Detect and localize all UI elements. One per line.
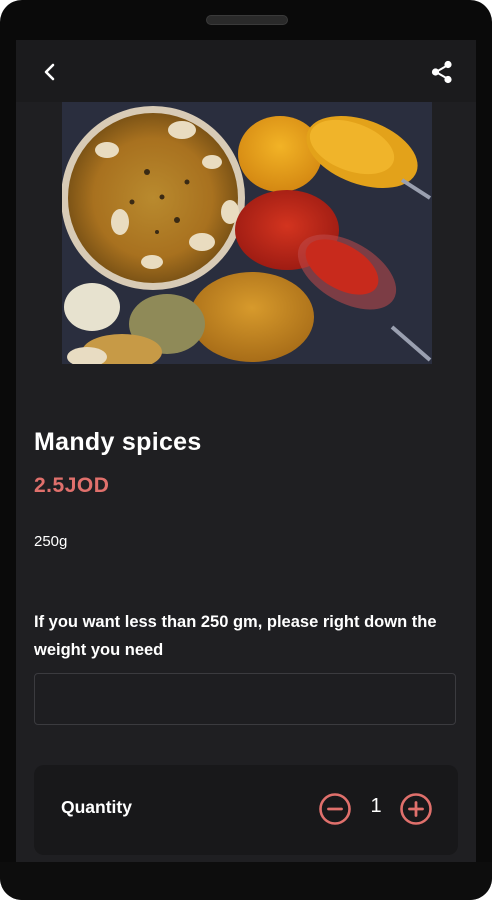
app-screen: Mandy spices 2.5JOD 250g If you want les… <box>16 40 476 862</box>
minus-circle-icon[interactable] <box>318 792 352 826</box>
spices-photo-illustration <box>62 102 432 364</box>
app-bar <box>16 40 476 102</box>
custom-weight-input[interactable] <box>34 673 456 725</box>
custom-weight-note: If you want less than 250 gm, please rig… <box>34 613 437 659</box>
product-title: Mandy spices <box>34 428 202 456</box>
plus-circle-icon[interactable] <box>399 792 433 826</box>
back-arrow-icon[interactable] <box>36 58 64 86</box>
device-bottom-bezel <box>0 862 492 900</box>
quantity-card: Quantity 1 <box>34 765 458 855</box>
product-weight: 250g <box>34 533 68 550</box>
share-icon[interactable] <box>428 58 456 86</box>
quantity-value: 1 <box>370 795 382 817</box>
product-image <box>62 102 432 364</box>
quantity-label: Quantity <box>61 797 132 817</box>
product-price: 2.5JOD <box>34 474 110 497</box>
device-frame: Mandy spices 2.5JOD 250g If you want les… <box>0 0 492 900</box>
device-speaker <box>206 15 288 25</box>
